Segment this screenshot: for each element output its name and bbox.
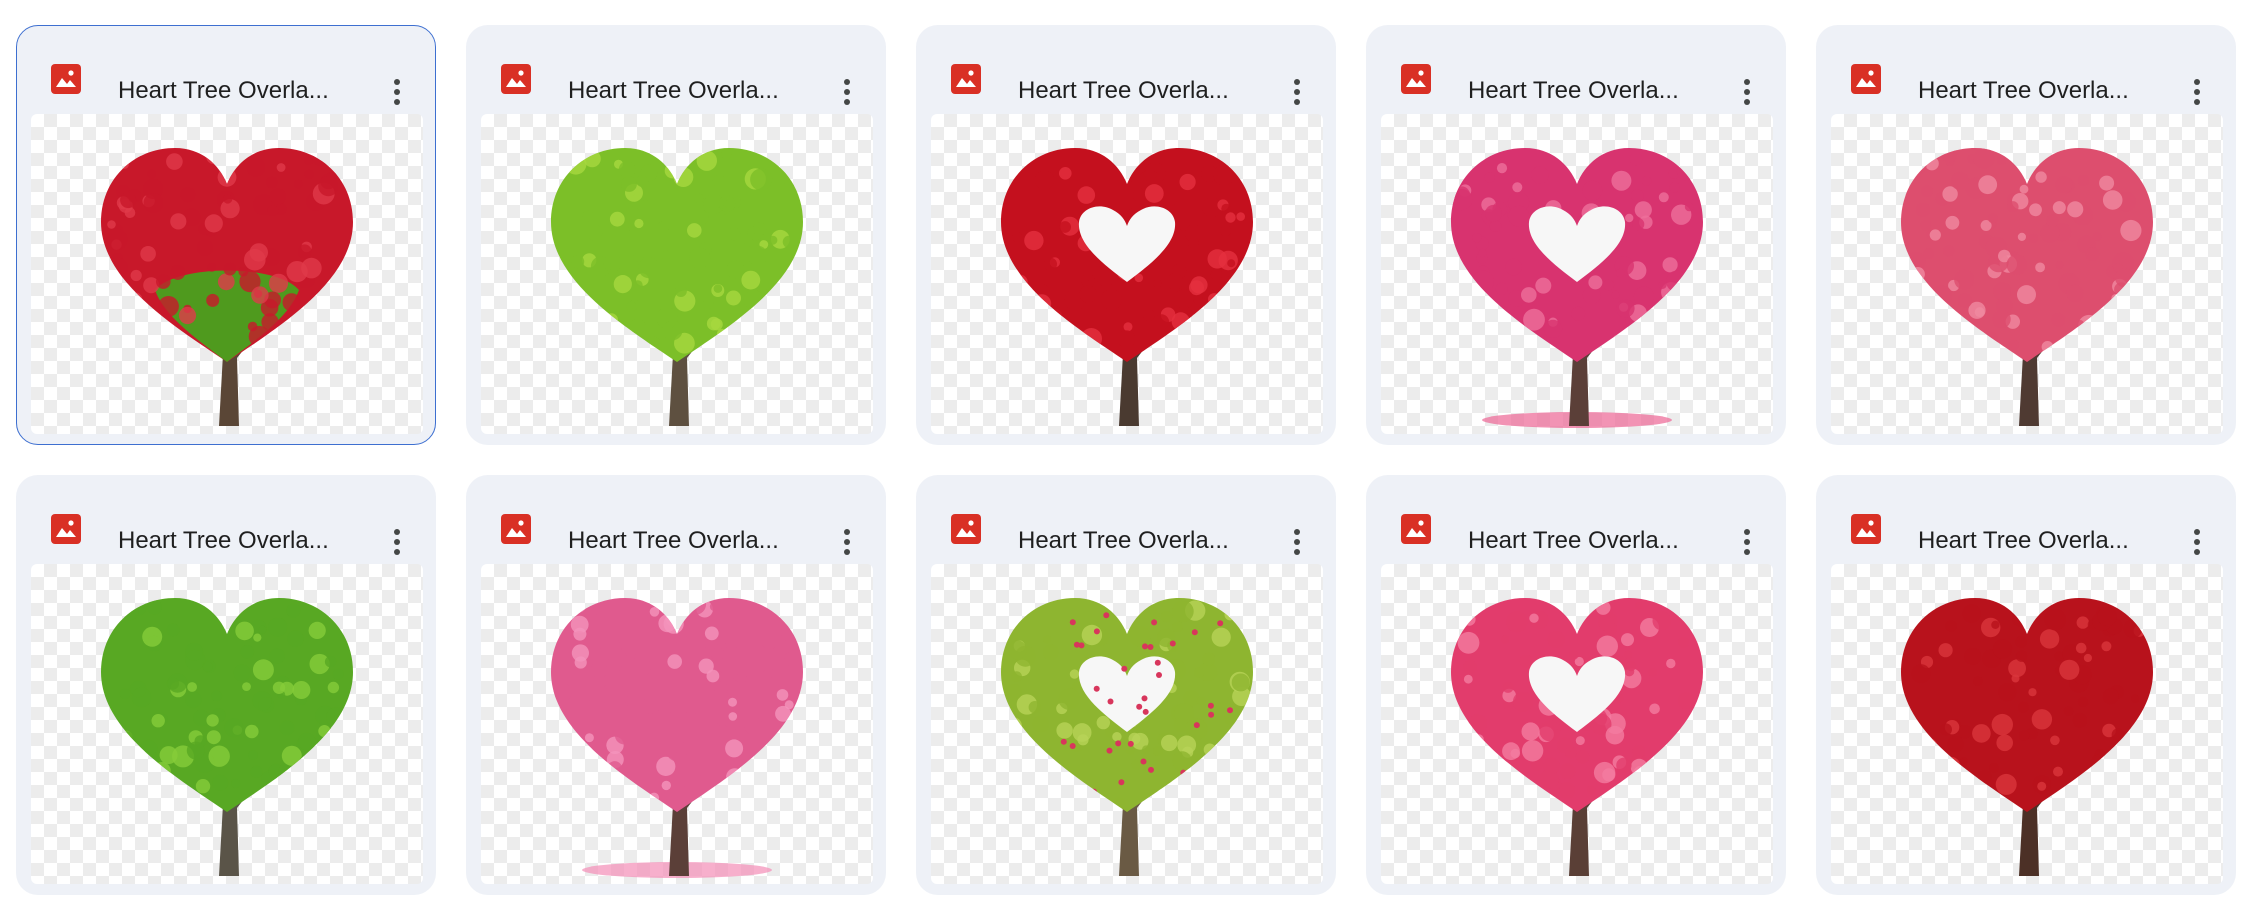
file-card[interactable]: Heart Tree Overla... bbox=[1816, 475, 2236, 895]
file-card[interactable]: Heart Tree Overla... bbox=[16, 475, 436, 895]
file-card[interactable]: Heart Tree Overla... bbox=[916, 475, 1336, 895]
file-thumbnail[interactable] bbox=[1831, 114, 2223, 434]
file-name: Heart Tree Overla... bbox=[1018, 77, 1229, 104]
file-name: Heart Tree Overla... bbox=[1468, 527, 1679, 554]
more-vert-icon[interactable] bbox=[2177, 522, 2217, 562]
file-name: Heart Tree Overla... bbox=[118, 77, 329, 104]
file-card[interactable]: Heart Tree Overla... bbox=[1816, 25, 2236, 445]
heart-tree-image bbox=[1001, 598, 1253, 876]
file-name: Heart Tree Overla... bbox=[568, 527, 779, 554]
file-card[interactable]: Heart Tree Overla... bbox=[466, 25, 886, 445]
image-icon bbox=[951, 514, 981, 544]
file-card[interactable]: Heart Tree Overla... bbox=[916, 25, 1336, 445]
file-card[interactable]: Heart Tree Overla... bbox=[16, 25, 436, 445]
heart-tree-image bbox=[1451, 148, 1703, 428]
image-icon bbox=[51, 64, 81, 94]
file-name: Heart Tree Overla... bbox=[1918, 77, 2129, 104]
file-grid: Heart Tree Overla... Heart Tree Overla...… bbox=[16, 25, 2236, 895]
more-vert-icon[interactable] bbox=[2177, 72, 2217, 112]
heart-tree-image bbox=[1901, 598, 2153, 876]
image-icon bbox=[501, 64, 531, 94]
image-icon bbox=[501, 514, 531, 544]
more-vert-icon[interactable] bbox=[377, 72, 417, 112]
more-vert-icon[interactable] bbox=[377, 522, 417, 562]
heart-tree-image bbox=[1451, 598, 1703, 876]
file-card[interactable]: Heart Tree Overla... bbox=[1366, 475, 1786, 895]
heart-tree-image bbox=[101, 598, 353, 876]
file-card[interactable]: Heart Tree Overla... bbox=[1366, 25, 1786, 445]
image-icon bbox=[1851, 64, 1881, 94]
file-name: Heart Tree Overla... bbox=[1468, 77, 1679, 104]
file-card[interactable]: Heart Tree Overla... bbox=[466, 475, 886, 895]
image-icon bbox=[1401, 64, 1431, 94]
file-thumbnail[interactable] bbox=[481, 114, 873, 434]
file-name: Heart Tree Overla... bbox=[568, 77, 779, 104]
more-vert-icon[interactable] bbox=[1727, 72, 1767, 112]
more-vert-icon[interactable] bbox=[827, 72, 867, 112]
file-thumbnail[interactable] bbox=[1381, 564, 1773, 884]
more-vert-icon[interactable] bbox=[1277, 72, 1317, 112]
heart-tree-image bbox=[551, 598, 803, 878]
image-icon bbox=[951, 64, 981, 94]
file-name: Heart Tree Overla... bbox=[118, 527, 329, 554]
more-vert-icon[interactable] bbox=[827, 522, 867, 562]
more-vert-icon[interactable] bbox=[1727, 522, 1767, 562]
file-thumbnail[interactable] bbox=[31, 564, 423, 884]
heart-tree-image bbox=[101, 148, 353, 426]
file-thumbnail[interactable] bbox=[31, 114, 423, 434]
heart-tree-image bbox=[1901, 148, 2153, 426]
image-icon bbox=[51, 514, 81, 544]
heart-tree-image bbox=[1001, 148, 1253, 426]
file-thumbnail[interactable] bbox=[481, 564, 873, 884]
file-thumbnail[interactable] bbox=[1831, 564, 2223, 884]
heart-tree-image bbox=[551, 148, 803, 426]
file-thumbnail[interactable] bbox=[1381, 114, 1773, 434]
more-vert-icon[interactable] bbox=[1277, 522, 1317, 562]
file-thumbnail[interactable] bbox=[931, 114, 1323, 434]
file-thumbnail[interactable] bbox=[931, 564, 1323, 884]
image-icon bbox=[1851, 514, 1881, 544]
file-name: Heart Tree Overla... bbox=[1018, 527, 1229, 554]
image-icon bbox=[1401, 514, 1431, 544]
file-name: Heart Tree Overla... bbox=[1918, 527, 2129, 554]
